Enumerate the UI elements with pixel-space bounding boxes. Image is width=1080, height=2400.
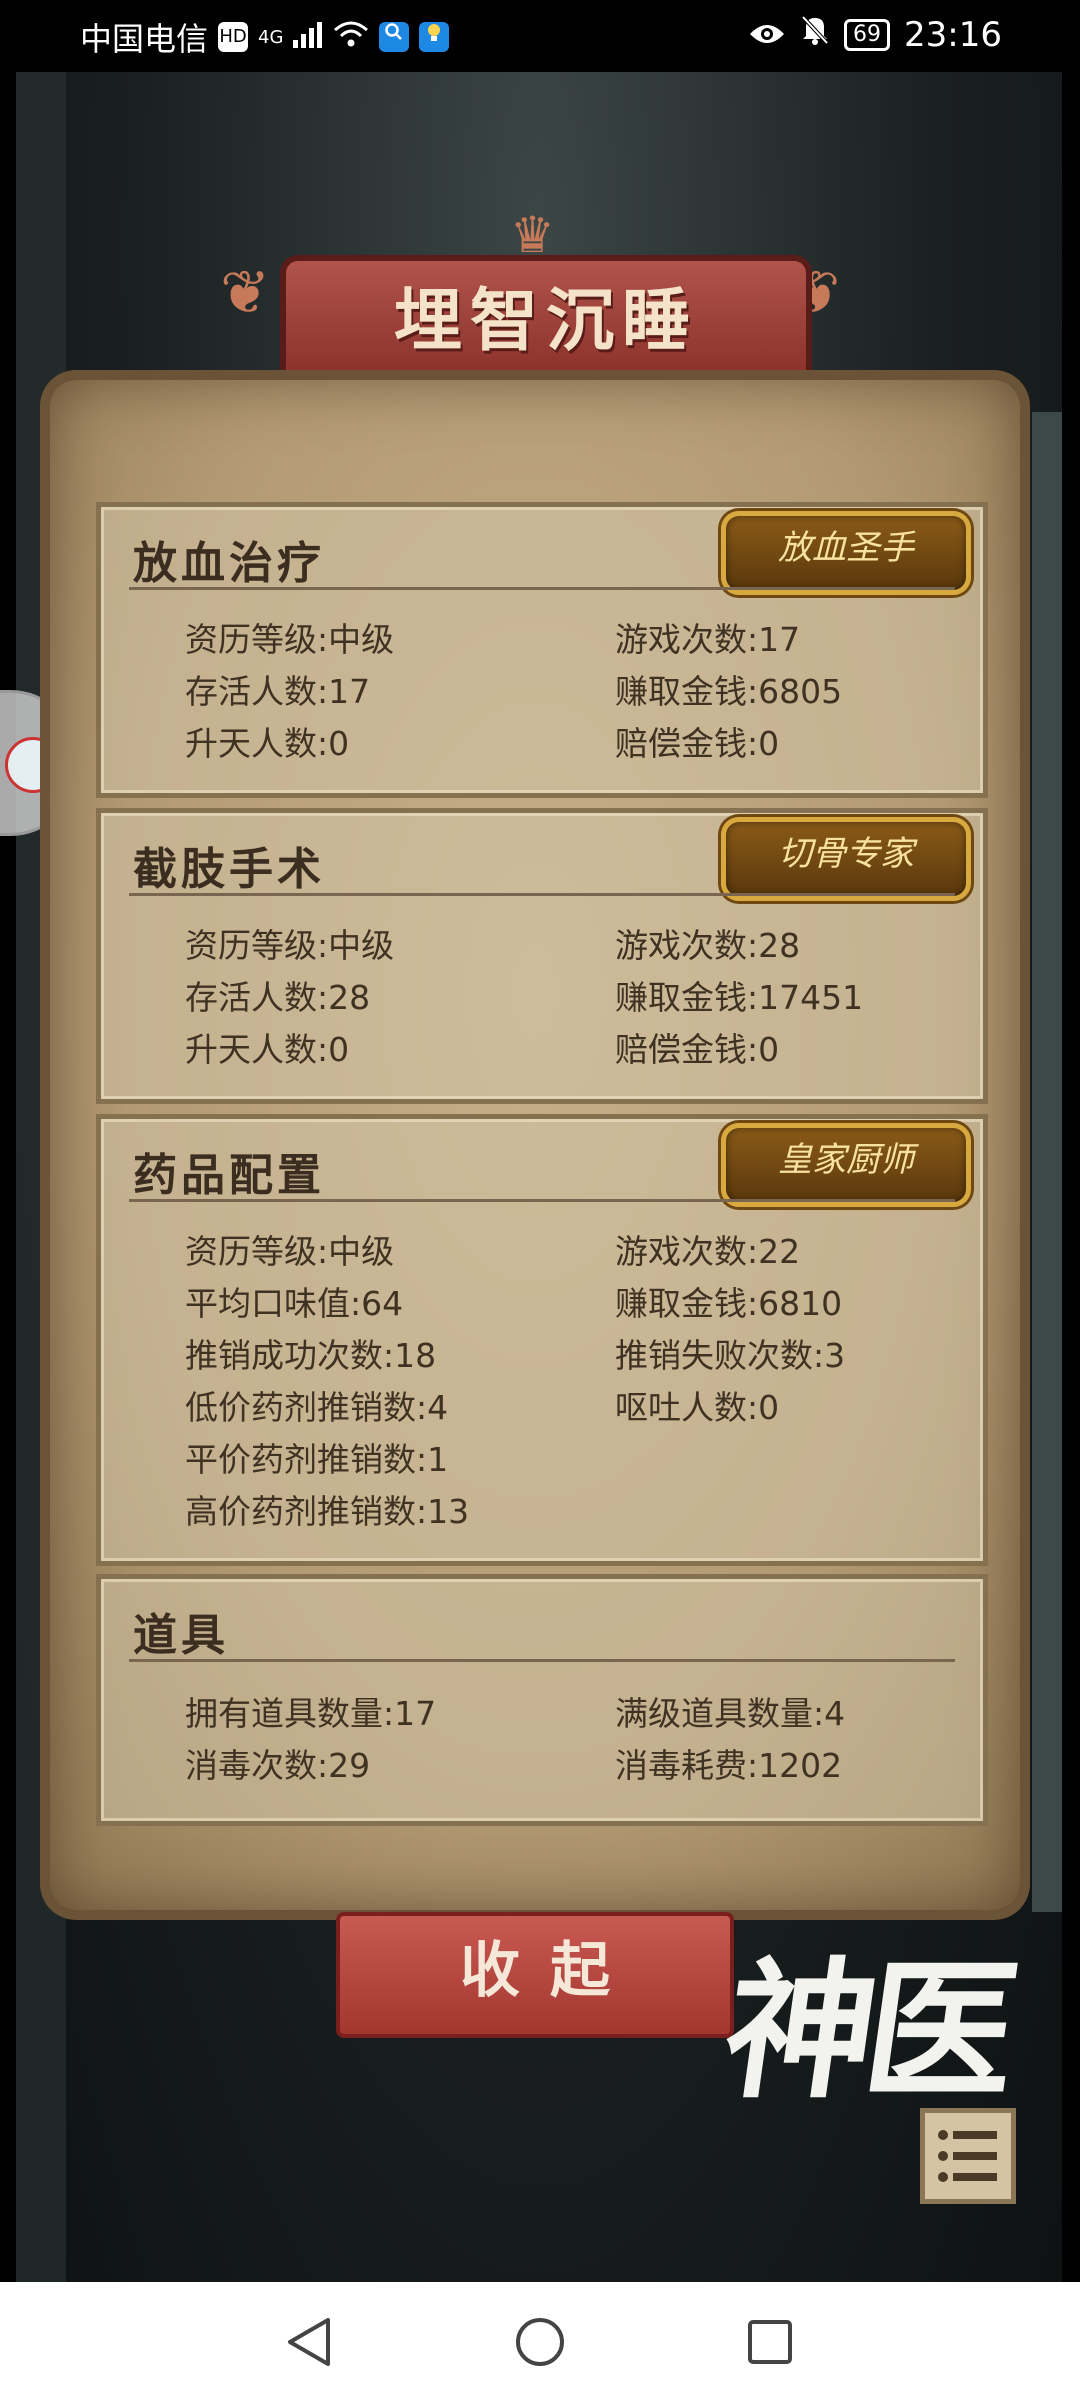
stat-mid-price-sales: 平价药剂推销数:1 (185, 1440, 449, 1479)
stat-rank: 资历等级:中级 (185, 620, 395, 659)
logo-text: 神医 (713, 1943, 1019, 2119)
stat-deaths: 升天人数:0 (185, 724, 350, 763)
section-divider (129, 1659, 955, 1662)
game-logo: 神医 (714, 1900, 1028, 2119)
section-bloodletting: 放血治疗 放血圣手 资历等级:中级 游戏次数:17 存活人数:17 赚取金钱:6… (96, 502, 988, 798)
stat-money-earned: 赚取金钱:6805 (615, 672, 843, 711)
stat-compensation: 赔偿金钱:0 (615, 724, 780, 763)
stat-survivors: 存活人数:28 (185, 978, 371, 1017)
battery-indicator: 69 (844, 18, 891, 51)
section-title: 放血治疗 (133, 538, 325, 589)
triangle-back-icon[interactable] (284, 2316, 334, 2372)
collapse-button[interactable]: 收起 (336, 1912, 734, 2038)
stat-sales-fail: 推销失败次数:3 (615, 1336, 846, 1375)
hd-badge: HD (218, 22, 249, 52)
circle-home-icon[interactable] (514, 2316, 566, 2372)
bell-off-icon (800, 14, 830, 55)
right-door (1032, 412, 1062, 1912)
status-left: 中国电信 HD 4G (80, 14, 450, 60)
title-banner: 埋智沉睡 (280, 255, 812, 387)
status-bar: 中国电信 HD 4G 69 23:16 (0, 0, 1080, 72)
stat-max-level-items: 满级道具数量:4 (615, 1694, 846, 1733)
left-ornament-icon: ❦ (220, 258, 271, 328)
signal-icon (293, 18, 323, 56)
search-app-icon (379, 22, 410, 52)
stat-vomit-count: 呕吐人数:0 (615, 1388, 780, 1427)
title-badge: 放血圣手 (721, 511, 971, 595)
title-badge: 皇家厨师 (721, 1123, 971, 1207)
banner-title: 埋智沉睡 (393, 281, 698, 361)
status-right: 69 23:16 (748, 14, 1002, 55)
stat-high-price-sales: 高价药剂推销数:13 (185, 1492, 470, 1531)
stat-games: 游戏次数:22 (615, 1232, 801, 1271)
network-type: 4G (258, 26, 284, 48)
stat-items-owned: 拥有道具数量:17 (185, 1694, 437, 1733)
stat-disinfect-cost: 消毒耗费:1202 (615, 1746, 843, 1785)
menu-button[interactable] (920, 2108, 1016, 2204)
section-medicine: 药品配置 皇家厨师 资历等级:中级 游戏次数:22 平均口味值:64 赚取金钱:… (96, 1114, 988, 1566)
section-divider (129, 893, 955, 896)
section-divider (129, 1199, 955, 1202)
stat-compensation: 赔偿金钱:0 (615, 1030, 780, 1069)
section-divider (129, 587, 955, 590)
stat-games: 游戏次数:28 (615, 926, 801, 965)
clock: 23:16 (904, 14, 1002, 55)
section-title: 道具 (133, 1610, 229, 1661)
stat-survivors: 存活人数:17 (185, 672, 371, 711)
stat-rank: 资历等级:中级 (185, 1232, 395, 1271)
stat-low-price-sales: 低价药剂推销数:4 (185, 1388, 449, 1427)
stat-deaths: 升天人数:0 (185, 1030, 350, 1069)
list-menu-icon (935, 2125, 1001, 2191)
stat-rank: 资历等级:中级 (185, 926, 395, 965)
section-amputation: 截肢手术 切骨专家 资历等级:中级 游戏次数:28 存活人数:28 赚取金钱:1… (96, 808, 988, 1104)
section-title: 药品配置 (133, 1150, 325, 1201)
section-title: 截肢手术 (133, 844, 325, 895)
bulb-app-icon (419, 22, 450, 52)
stat-avg-taste: 平均口味值:64 (185, 1284, 404, 1323)
wifi-icon (333, 18, 369, 56)
stat-disinfect-count: 消毒次数:29 (185, 1746, 371, 1785)
carrier-text: 中国电信 (80, 20, 209, 58)
section-items: 道具 拥有道具数量:17 满级道具数量:4 消毒次数:29 消毒耗费:1202 (96, 1574, 988, 1826)
stat-games: 游戏次数:17 (615, 620, 801, 659)
square-recent-icon[interactable] (746, 2318, 794, 2370)
eye-icon (748, 15, 786, 55)
stat-money-earned: 赚取金钱:17451 (615, 978, 864, 1017)
system-nav-bar (0, 2282, 1080, 2400)
stat-money-earned: 赚取金钱:6810 (615, 1284, 843, 1323)
title-badge: 切骨专家 (721, 817, 971, 901)
stat-sales-success: 推销成功次数:18 (185, 1336, 437, 1375)
